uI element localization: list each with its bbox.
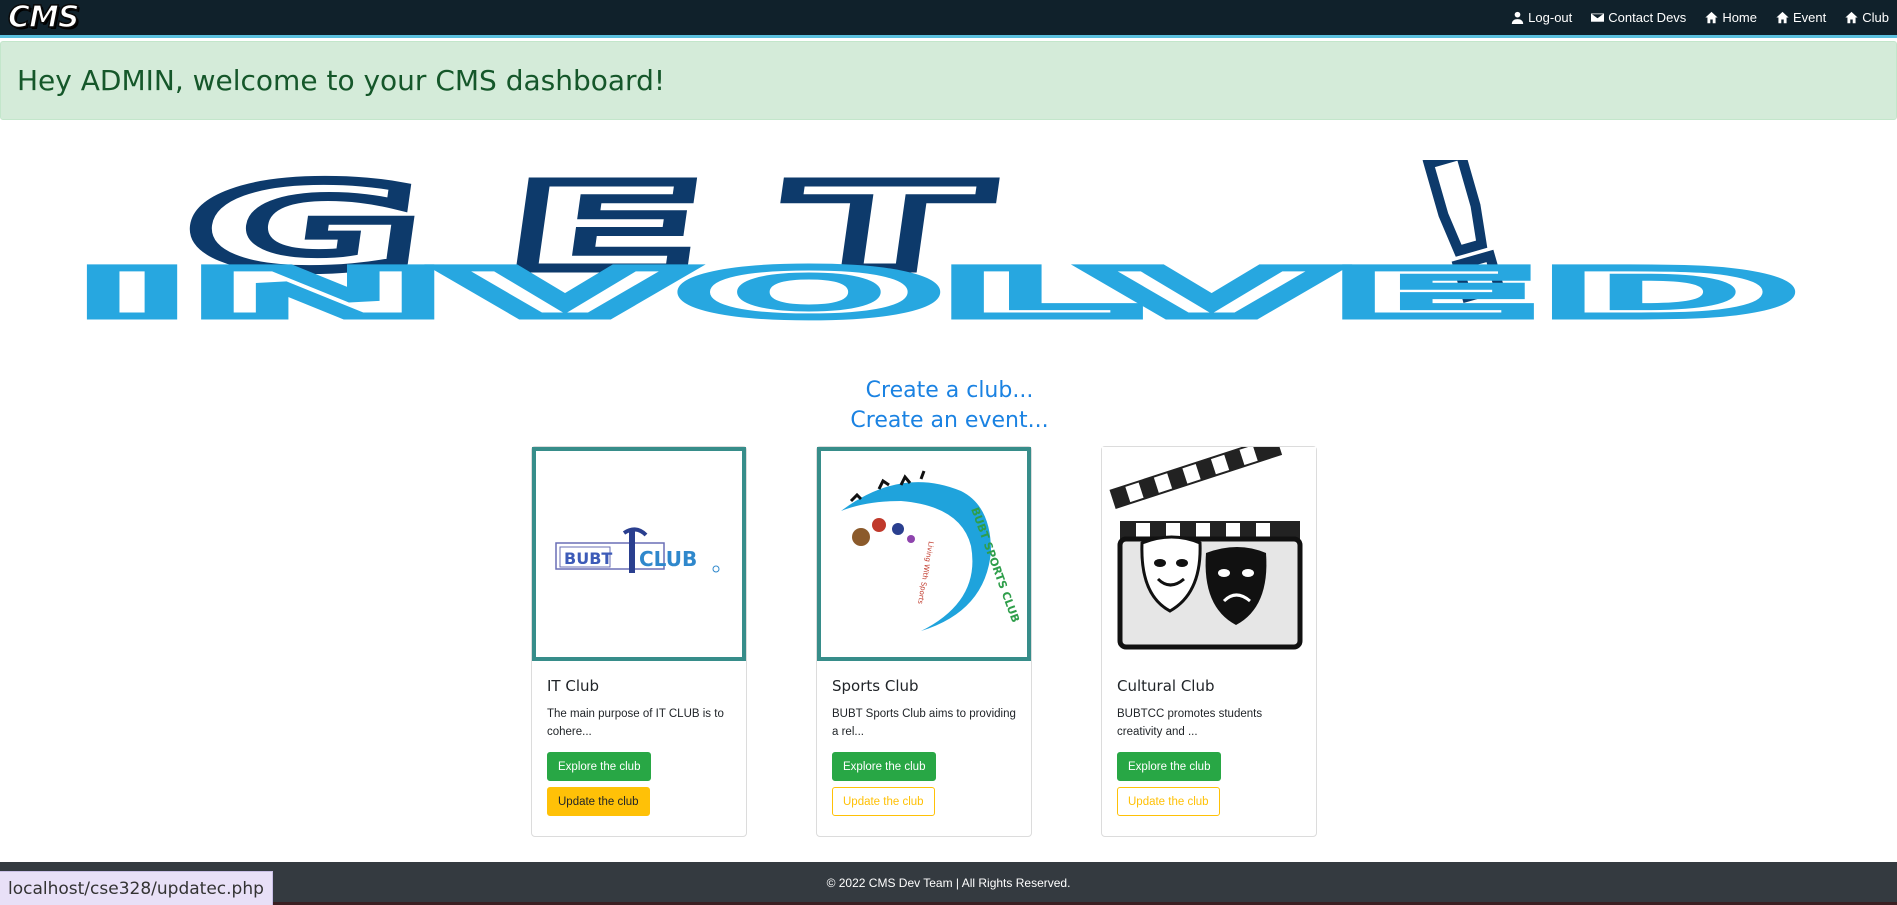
nav-event-label: Event <box>1793 10 1827 25</box>
card-description: The main purpose of IT CLUB is to cohere… <box>547 708 724 738</box>
nav-club-label: Club <box>1862 10 1889 25</box>
footer-copyright: © 2022 CMS Dev Team | All Rights Reserve… <box>826 875 1071 890</box>
cta-create-event: Create an event... <box>850 408 1049 433</box>
page-footer: © 2022 CMS Dev Team | All Rights Reserve… <box>0 862 1897 905</box>
card-description: BUBTCC promotes students creativity and … <box>1117 708 1263 738</box>
top-navbar: CMS Log-out Contact Devs Home Event Club <box>0 0 1897 38</box>
nav-logout-link[interactable]: Log-out <box>1511 10 1572 25</box>
sports-logo-motto: Living With Sports <box>916 541 935 605</box>
nav-contact-link[interactable]: Contact Devs <box>1591 10 1686 25</box>
cta-headline: Create a club... Create an event... <box>0 376 1897 436</box>
welcome-alert: Hey ADMIN, welcome to your CMS dashboard… <box>0 41 1897 120</box>
brand-text: CMS <box>7 0 80 36</box>
card-title: Cultural Club <box>1117 677 1215 695</box>
nav-contact-label: Contact Devs <box>1608 10 1687 25</box>
club-card-sports: BUBT SPORTS CLUB Living With Sports Spor… <box>816 446 1032 837</box>
it-logo-club-text: CLUB <box>639 547 697 571</box>
sports-club-logo: BUBT SPORTS CLUB Living With Sports <box>817 447 1031 661</box>
home-icon <box>1845 11 1858 24</box>
welcome-message: Hey ADMIN, welcome to your CMS dashboard… <box>17 64 666 97</box>
update-club-button[interactable]: Update the club <box>547 787 650 816</box>
nav-logout-label: Log-out <box>1528 10 1573 25</box>
home-icon <box>1705 11 1718 24</box>
envelope-icon <box>1591 13 1605 22</box>
nav-home-link[interactable]: Home <box>1705 10 1757 25</box>
update-club-button[interactable]: Update the club <box>1117 787 1220 816</box>
it-club-logo: BUBT CLUB <box>532 447 746 661</box>
card-description: BUBT Sports Club aims to providing a rel… <box>832 708 1016 738</box>
nav-event-link[interactable]: Event <box>1776 10 1826 25</box>
cta-create-club: Create a club... <box>865 378 1034 403</box>
status-bar-url: localhost/cse328/updatec.php <box>0 871 273 905</box>
nav-club-link[interactable]: Club <box>1845 10 1889 25</box>
card-title: IT Club <box>547 677 600 695</box>
banner-involved-text: INVOLVED <box>75 255 1795 332</box>
user-icon <box>1511 11 1524 24</box>
club-card-it: BUBT CLUB IT Club The main purpose of IT… <box>531 446 747 837</box>
nav-home-label: Home <box>1722 10 1757 25</box>
brand-logo[interactable]: CMS <box>7 0 80 36</box>
get-involved-banner: GET ! INVOLVED <box>72 160 1799 340</box>
home-icon <box>1776 11 1789 24</box>
card-title: Sports Club <box>832 677 919 695</box>
cultural-club-logo <box>1102 447 1316 661</box>
explore-club-button[interactable]: Explore the club <box>547 752 652 781</box>
nav-links: Log-out Contact Devs Home Event Club <box>1492 10 1889 25</box>
explore-club-button[interactable]: Explore the club <box>1117 752 1222 781</box>
explore-club-button[interactable]: Explore the club <box>832 752 937 781</box>
update-club-button[interactable]: Update the club <box>832 787 935 816</box>
club-card-cultural: Cultural Club BUBTCC promotes students c… <box>1101 446 1317 837</box>
it-logo-bubt-text: BUBT <box>564 549 612 568</box>
